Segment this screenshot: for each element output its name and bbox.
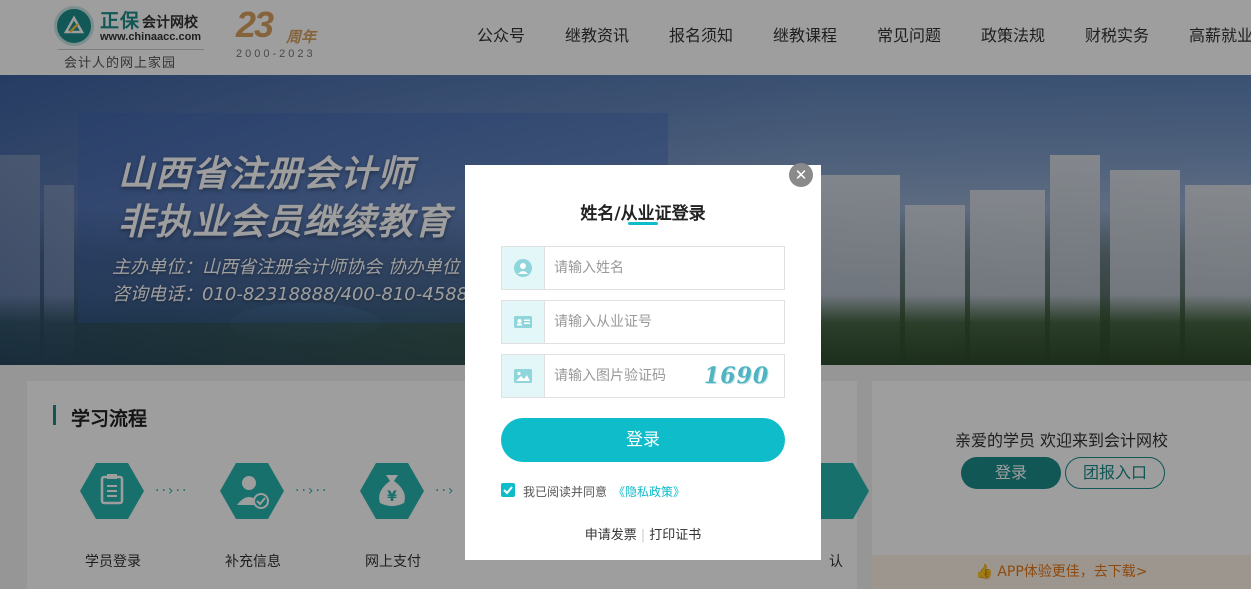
name-field — [501, 246, 785, 290]
title-underline — [628, 222, 658, 225]
image-icon — [514, 369, 532, 383]
modal-title: 姓名/从业证登录 — [580, 204, 706, 224]
field-icon-box — [502, 355, 545, 397]
captcha-image[interactable]: 1690 — [704, 361, 776, 391]
print-certificate-link[interactable]: 打印证书 — [649, 528, 701, 543]
modal-footer-links: 申请发票 | 打印证书 — [465, 524, 821, 543]
field-icon-box — [502, 301, 545, 343]
user-icon — [514, 259, 532, 277]
invoice-link[interactable]: 申请发票 — [585, 528, 637, 543]
checkmark-icon — [503, 486, 513, 495]
field-icon-box — [502, 247, 545, 289]
login-button[interactable]: 登录 — [501, 418, 785, 462]
agreement-text: 我已阅读并同意 — [523, 485, 608, 499]
captcha-field: 1690 — [501, 354, 785, 398]
captcha-input[interactable] — [554, 365, 694, 387]
name-input[interactable] — [554, 257, 704, 279]
certificate-field — [501, 300, 785, 344]
certificate-input[interactable] — [554, 311, 704, 333]
login-modal: 姓名/从业证登录 请输入姓名 请输入从业证号 请输入图片验证码 1690 登录 … — [465, 165, 821, 560]
privacy-policy-link[interactable]: 《隐私政策》 — [613, 483, 685, 500]
close-modal-button[interactable]: ✕ — [789, 163, 813, 187]
id-card-icon — [514, 316, 532, 328]
agreement-checkbox[interactable] — [501, 483, 515, 497]
link-separator: | — [640, 528, 646, 543]
